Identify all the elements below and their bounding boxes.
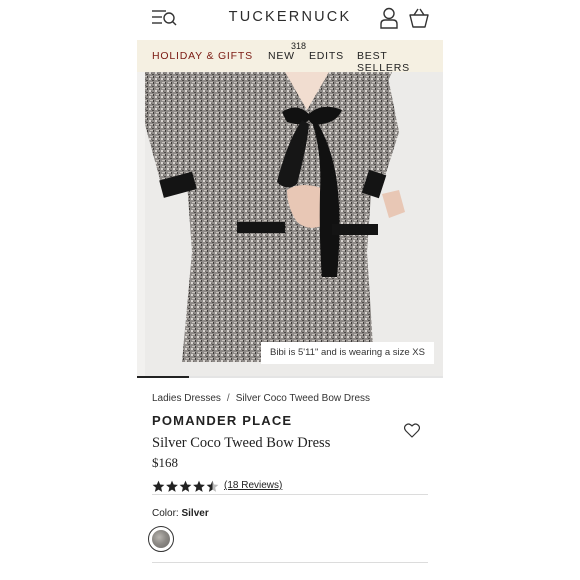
category-nav: HOLIDAY & GIFTS 318 NEW EDITS BEST SELLE… bbox=[137, 40, 443, 74]
star-icon bbox=[166, 480, 178, 492]
star-icon bbox=[193, 480, 205, 492]
heart-icon[interactable] bbox=[404, 423, 420, 438]
site-header: TUCKERNUCK bbox=[137, 0, 443, 40]
nav-item-new[interactable]: NEW bbox=[268, 50, 295, 62]
star-icon bbox=[206, 480, 219, 492]
reviews-link[interactable]: (18 Reviews) bbox=[224, 480, 282, 491]
product-title: Silver Coco Tweed Bow Dress bbox=[152, 435, 331, 451]
star-icon bbox=[152, 480, 165, 492]
model-size-caption: Bibi is 5'11" and is wearing a size XS bbox=[261, 342, 434, 364]
account-icon[interactable] bbox=[379, 7, 399, 29]
color-selector-label: Color: Silver bbox=[152, 508, 209, 519]
breadcrumb-separator: / bbox=[226, 393, 230, 404]
breadcrumb-item-category[interactable]: Ladies Dresses bbox=[152, 393, 221, 404]
product-price: $168 bbox=[152, 455, 178, 470]
divider bbox=[152, 494, 428, 495]
nav-item-holiday-gifts[interactable]: HOLIDAY & GIFTS bbox=[152, 50, 253, 62]
product-photo bbox=[137, 72, 443, 377]
product-page: TUCKERNUCK HOLIDAY & GIFTS 318 NEW EDITS… bbox=[137, 0, 443, 580]
color-swatch-silver[interactable] bbox=[148, 526, 174, 552]
nav-item-edits[interactable]: EDITS bbox=[309, 50, 344, 62]
carousel-progress-fill bbox=[137, 376, 190, 378]
shopping-bag-icon[interactable] bbox=[408, 8, 430, 28]
breadcrumb-item-product[interactable]: Silver Coco Tweed Bow Dress bbox=[236, 393, 370, 404]
brand-name[interactable]: POMANDER PLACE bbox=[152, 413, 292, 428]
color-value: Silver bbox=[181, 508, 209, 519]
product-image[interactable]: Bibi is 5'11" and is wearing a size XS bbox=[137, 72, 443, 377]
star-icon bbox=[179, 480, 192, 492]
swatch-fabric bbox=[152, 530, 170, 548]
color-label: Color: bbox=[152, 508, 179, 519]
carousel-progress bbox=[137, 376, 443, 378]
breadcrumb: Ladies Dresses / Silver Coco Tweed Bow Dre… bbox=[152, 393, 370, 404]
nav-item-best-sellers[interactable]: BEST SELLERS bbox=[357, 50, 443, 74]
divider bbox=[152, 562, 428, 563]
star-rating[interactable] bbox=[152, 480, 220, 493]
